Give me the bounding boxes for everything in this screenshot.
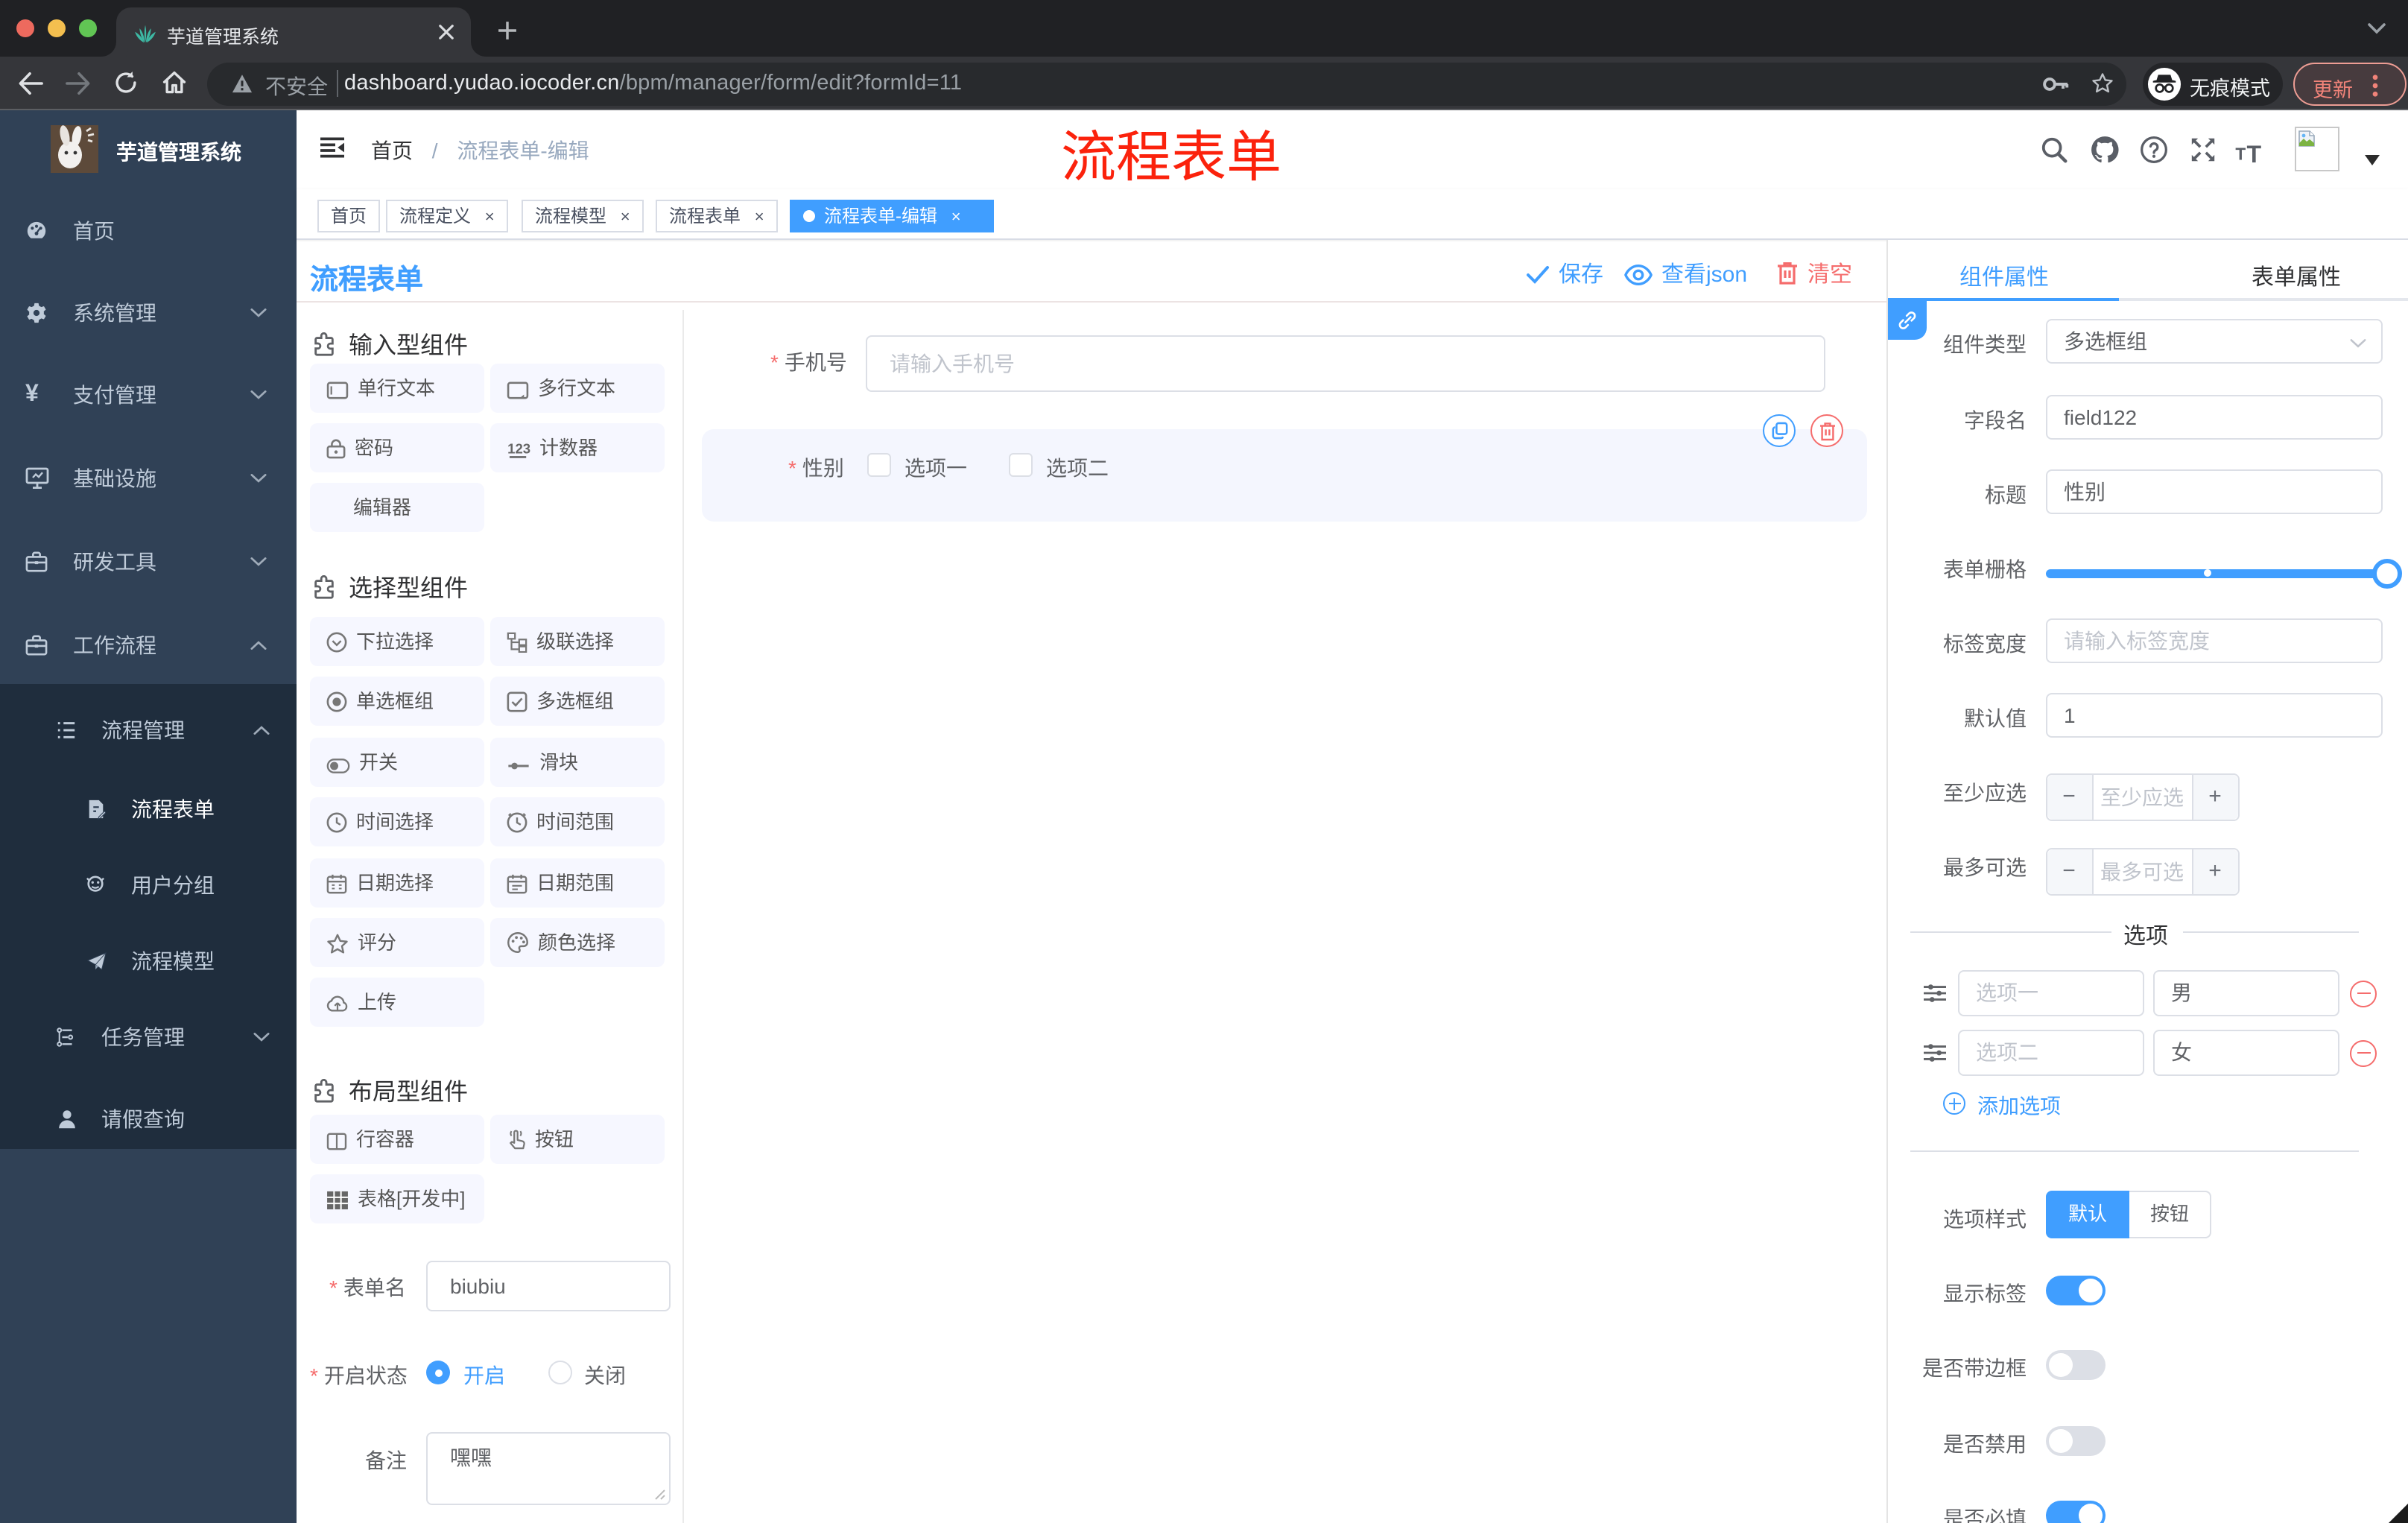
svg-text:123: 123 <box>507 441 530 457</box>
svg-text:T: T <box>2235 144 2246 163</box>
svg-text:T: T <box>2246 141 2261 164</box>
